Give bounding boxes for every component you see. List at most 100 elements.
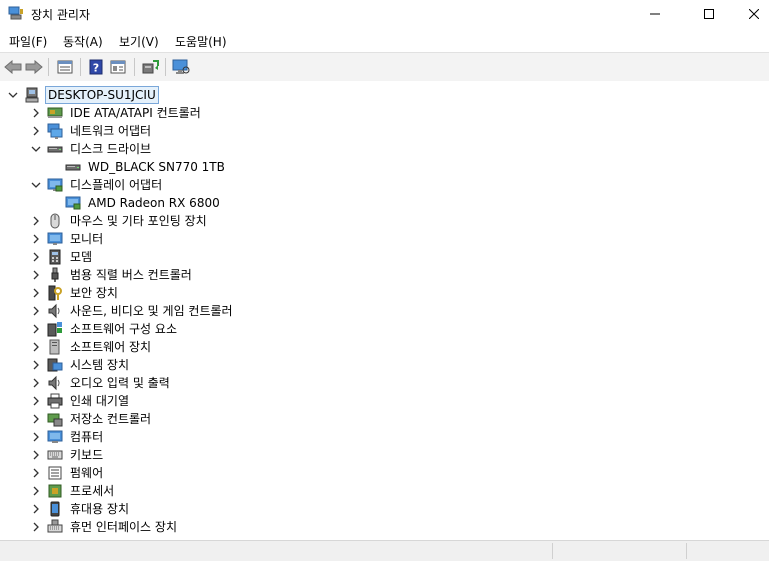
chevron-right-icon[interactable] xyxy=(29,320,43,338)
tree-item-label: AMD Radeon RX 6800 xyxy=(88,196,220,210)
chevron-right-icon[interactable] xyxy=(29,122,43,140)
tree-item-display-adapters[interactable]: 디스플레이 어댑터 xyxy=(29,176,164,194)
storage-controller-icon xyxy=(47,411,63,427)
mouse-icon xyxy=(47,213,63,229)
tree-item-label: 디스크 드라이브 xyxy=(70,142,152,156)
close-button[interactable] xyxy=(731,0,769,28)
tree-item-portable-devices[interactable]: 휴대용 장치 xyxy=(29,500,131,518)
chevron-right-icon[interactable] xyxy=(29,338,43,356)
tree-root[interactable]: DESKTOP-SU1JCIU xyxy=(6,86,159,104)
computer-icon xyxy=(47,429,63,445)
svg-text:?: ? xyxy=(93,62,99,75)
properties-icon[interactable] xyxy=(56,58,74,76)
chevron-right-icon[interactable] xyxy=(29,266,43,284)
software-device-icon xyxy=(47,339,63,355)
tree-item-network[interactable]: 네트워크 어댑터 xyxy=(29,122,153,140)
network-adapter-icon xyxy=(47,123,63,139)
display-adapter-icon xyxy=(47,177,63,193)
tree-item-label: 보안 장치 xyxy=(70,286,118,300)
chevron-right-icon[interactable] xyxy=(29,248,43,266)
tree-item-usb[interactable]: 범용 직렬 버스 컨트롤러 xyxy=(29,266,194,284)
chevron-right-icon[interactable] xyxy=(29,356,43,374)
chevron-right-icon[interactable] xyxy=(29,392,43,410)
chevron-down-icon[interactable] xyxy=(29,140,43,158)
tree-item-security[interactable]: 보안 장치 xyxy=(29,284,120,302)
chevron-right-icon[interactable] xyxy=(29,482,43,500)
tree-item-modems[interactable]: 모뎀 xyxy=(29,248,94,266)
tree-item-firmware[interactable]: 펌웨어 xyxy=(29,464,105,482)
tree-item-hid[interactable]: 휴먼 인터페이스 장치 xyxy=(29,518,179,536)
update-driver-icon[interactable] xyxy=(141,58,159,76)
device-tree[interactable]: DESKTOP-SU1JCIU IDE ATA/ATAPI 컨트롤러 네트워크 … xyxy=(0,81,769,540)
forward-icon[interactable] xyxy=(25,58,43,76)
device-manager-app-icon xyxy=(8,6,24,20)
tree-item-label: 모뎀 xyxy=(70,250,93,264)
tree-item-label: 사운드, 비디오 및 게임 컨트롤러 xyxy=(70,304,233,318)
tree-item-audio-io[interactable]: 오디오 입력 및 출력 xyxy=(29,374,172,392)
security-key-icon xyxy=(47,285,63,301)
chevron-right-icon[interactable] xyxy=(29,500,43,518)
toolbar-separator xyxy=(48,58,49,76)
audio-io-icon xyxy=(47,375,63,391)
menu-help[interactable]: 도움말(H) xyxy=(175,33,227,50)
tree-item-label: 모니터 xyxy=(70,232,104,246)
tree-item-software-components[interactable]: 소프트웨어 구성 요소 xyxy=(29,320,179,338)
maximize-button[interactable] xyxy=(686,0,732,28)
tree-item-label: IDE ATA/ATAPI 컨트롤러 xyxy=(70,106,201,120)
menu-action[interactable]: 동작(A) xyxy=(63,33,103,50)
tree-item-disk-drives[interactable]: 디스크 드라이브 xyxy=(29,140,153,158)
chevron-right-icon[interactable] xyxy=(29,302,43,320)
help-icon[interactable]: ? xyxy=(87,58,105,76)
chevron-right-icon[interactable] xyxy=(29,374,43,392)
chevron-right-icon[interactable] xyxy=(29,428,43,446)
ide-controller-icon xyxy=(47,105,63,121)
processor-icon xyxy=(47,483,63,499)
tree-item-system-devices[interactable]: 시스템 장치 xyxy=(29,356,131,374)
portable-device-icon xyxy=(47,501,63,517)
toolbar-separator xyxy=(80,58,81,76)
tree-item-label: 마우스 및 기타 포인팅 장치 xyxy=(70,214,207,228)
status-bar xyxy=(0,540,769,561)
status-separator xyxy=(686,543,687,559)
window-title: 장치 관리자 xyxy=(31,8,91,22)
chevron-right-icon[interactable] xyxy=(29,446,43,464)
tree-item-amd-radeon[interactable]: AMD Radeon RX 6800 xyxy=(47,194,222,212)
tree-item-print-queues[interactable]: 인쇄 대기열 xyxy=(29,392,131,410)
tree-item-label: 디스플레이 어댑터 xyxy=(70,178,163,192)
monitor-scan-icon[interactable] xyxy=(172,58,190,76)
minimize-button[interactable] xyxy=(632,0,678,28)
view-icon[interactable] xyxy=(109,58,127,76)
chevron-right-icon[interactable] xyxy=(29,518,43,536)
tree-item-wd-black[interactable]: WD_BLACK SN770 1TB xyxy=(47,158,227,176)
modem-icon xyxy=(47,249,63,265)
tree-item-ide-ata[interactable]: IDE ATA/ATAPI 컨트롤러 xyxy=(29,104,203,122)
menu-view[interactable]: 보기(V) xyxy=(119,33,159,50)
back-icon[interactable] xyxy=(4,58,22,76)
hid-icon xyxy=(47,519,63,535)
title-bar[interactable]: 장치 관리자 xyxy=(0,0,769,28)
computer-name[interactable]: DESKTOP-SU1JCIU xyxy=(45,86,159,104)
chevron-right-icon[interactable] xyxy=(29,104,43,122)
system-device-icon xyxy=(47,357,63,373)
gpu-icon xyxy=(65,195,81,211)
usb-icon xyxy=(47,267,63,283)
chevron-right-icon[interactable] xyxy=(29,410,43,428)
tree-item-label: 오디오 입력 및 출력 xyxy=(70,376,170,390)
chevron-right-icon[interactable] xyxy=(29,212,43,230)
chevron-right-icon[interactable] xyxy=(29,464,43,482)
chevron-right-icon[interactable] xyxy=(29,284,43,302)
tree-item-processors[interactable]: 프로세서 xyxy=(29,482,116,500)
tree-item-software-devices[interactable]: 소프트웨어 장치 xyxy=(29,338,153,356)
menu-file[interactable]: 파일(F) xyxy=(9,33,47,50)
chevron-right-icon[interactable] xyxy=(29,230,43,248)
tree-item-sound[interactable]: 사운드, 비디오 및 게임 컨트롤러 xyxy=(29,302,235,320)
tree-item-mouse[interactable]: 마우스 및 기타 포인팅 장치 xyxy=(29,212,209,230)
tree-item-keyboards[interactable]: 키보드 xyxy=(29,446,105,464)
chevron-down-icon[interactable] xyxy=(29,176,43,194)
status-separator xyxy=(552,543,553,559)
tree-item-storage-controllers[interactable]: 저장소 컨트롤러 xyxy=(29,410,153,428)
tree-item-monitors[interactable]: 모니터 xyxy=(29,230,105,248)
tree-item-computer[interactable]: 컴퓨터 xyxy=(29,428,105,446)
chevron-down-icon[interactable] xyxy=(6,86,20,104)
